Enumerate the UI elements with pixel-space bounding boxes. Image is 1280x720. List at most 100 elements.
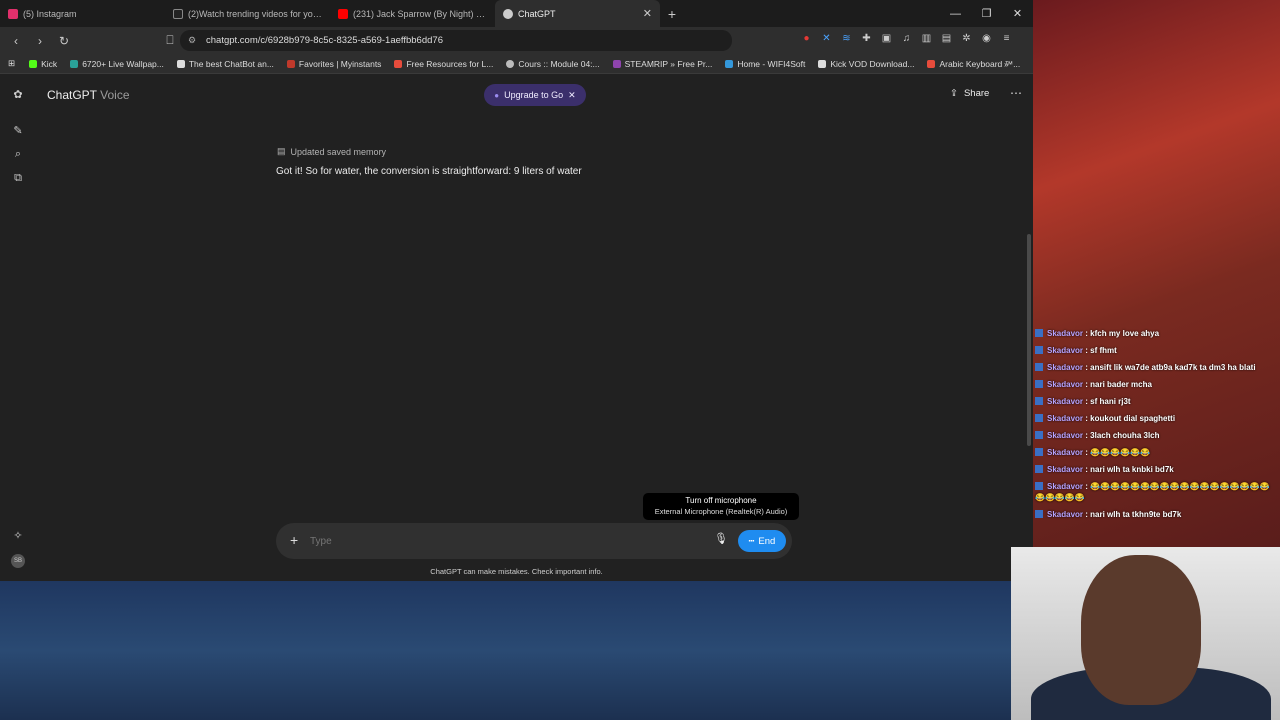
- bookmark-item[interactable]: The best ChatBot an...: [176, 58, 274, 69]
- more-options-icon[interactable]: ⋯: [1010, 86, 1022, 100]
- upgrade-label: Upgrade to Go: [504, 90, 564, 100]
- openai-logo-icon[interactable]: ✿: [11, 88, 25, 102]
- bookmark-label: Cours :: Module 04:...: [518, 58, 600, 69]
- chat-text: 😂😂😂😂😂😂: [1090, 448, 1150, 457]
- chat-user: Skadavor: [1047, 414, 1084, 423]
- chat-message: Skadavor : koukout dial spaghetti: [1035, 413, 1278, 424]
- tab-tiktok[interactable]: (2)Watch trending videos for you | Ti: [165, 0, 330, 27]
- composer: + 🎙 ┅ End: [276, 523, 792, 559]
- record-icon[interactable]: ●: [800, 32, 813, 45]
- chatbot-icon: [176, 59, 185, 68]
- screenshot-icon[interactable]: ▣: [880, 32, 893, 45]
- tab-chatgpt[interactable]: ChatGPT ✕: [495, 0, 660, 27]
- reload-icon[interactable]: ↻: [54, 34, 74, 48]
- chat-user: Skadavor: [1047, 448, 1084, 457]
- close-tab-icon[interactable]: ✕: [643, 7, 652, 20]
- bookmark-item[interactable]: Home - WIFI4Soft: [725, 59, 805, 69]
- chat-message: Skadavor : nari wlh ta tkhn9te bd7k: [1035, 509, 1278, 520]
- add-attachment-button[interactable]: +: [290, 532, 298, 548]
- sidebar-icon[interactable]: ▥: [920, 32, 933, 45]
- avatar[interactable]: SB: [11, 554, 25, 568]
- share-button[interactable]: ⇪ Share: [950, 88, 989, 99]
- upgrade-button[interactable]: ● Upgrade to Go ✕: [484, 84, 586, 106]
- apps-icon[interactable]: ⊞: [8, 58, 15, 69]
- close-window-button[interactable]: ✕: [1002, 7, 1033, 20]
- bookmark-item[interactable]: 6720+ Live Wallpap...: [70, 59, 164, 69]
- page-title[interactable]: ChatGPT Voice: [47, 88, 130, 102]
- tab-title: (231) Jack Sparrow (By Night) - YouT: [353, 8, 487, 19]
- bookmark-label: The best ChatBot an...: [188, 58, 274, 69]
- instagram-icon: [8, 8, 18, 19]
- app-mode: Voice: [100, 88, 130, 102]
- tab-youtube[interactable]: (231) Jack Sparrow (By Night) - YouT: [330, 0, 495, 27]
- bookmark-item[interactable]: Favorites | Myinstants: [286, 59, 381, 69]
- chat-message: Skadavor : 3lach chouha 3lch: [1035, 430, 1278, 441]
- extensions-icon[interactable]: ✚: [860, 32, 873, 45]
- course-icon: [506, 59, 515, 68]
- bookmark-item[interactable]: Kick: [29, 59, 57, 69]
- kick-icon: [29, 59, 38, 68]
- menu-icon[interactable]: ≡: [1000, 32, 1013, 45]
- tab-strip: (5) Instagram (2)Watch trending videos f…: [0, 0, 1033, 27]
- close-icon[interactable]: ✕: [568, 90, 576, 101]
- chat-text: koukout dial spaghetti: [1090, 414, 1176, 423]
- user-badge-icon: [1035, 448, 1043, 456]
- webcam-person-head: [1081, 555, 1201, 705]
- stream-chat-overlay: Skadavor : kfch my love ahya Skadavor : …: [1035, 328, 1278, 526]
- search-icon[interactable]: ⌕: [11, 148, 25, 162]
- chat-text: nari wlh ta knbki bd7k: [1090, 465, 1174, 474]
- bookmark-item[interactable]: STEAMRIP » Free Pr...: [612, 59, 712, 69]
- bookmark-item[interactable]: Kick VOD Download...: [818, 59, 914, 69]
- tiktok-icon: [173, 8, 183, 19]
- memory-note-text: Updated saved memory: [290, 146, 387, 157]
- chat-text: nari wlh ta tkhn9te bd7k: [1090, 510, 1182, 519]
- message-input[interactable]: [310, 532, 690, 550]
- vod-icon: [818, 59, 827, 68]
- keyboard-icon: [927, 59, 936, 68]
- more-bookmarks-icon[interactable]: »: [1004, 59, 1009, 69]
- chat-text: ansift lik wa7de atb9a kad7k ta dm3 ha b…: [1090, 363, 1256, 372]
- site-info-icon[interactable]: ⚙: [188, 35, 206, 46]
- user-badge-icon: [1035, 482, 1043, 490]
- minimize-button[interactable]: —: [940, 8, 971, 20]
- bookmark-label: Home - WIFI4Soft: [737, 58, 806, 69]
- wallet-icon[interactable]: ▤: [940, 32, 953, 45]
- bookmark-icon[interactable]: ⎕: [160, 33, 180, 48]
- end-label: End: [758, 535, 776, 547]
- user-badge-icon: [1035, 380, 1043, 388]
- memory-note[interactable]: ▤ Updated saved memory: [277, 146, 386, 157]
- new-tab-button[interactable]: +: [660, 6, 684, 22]
- bookmark-item[interactable]: Cours :: Module 04:...: [506, 58, 600, 69]
- translate-icon[interactable]: ✕: [820, 32, 833, 45]
- restore-button[interactable]: ❐: [971, 7, 1002, 20]
- microphone-icon[interactable]: 🎙: [714, 532, 728, 548]
- waveform-icon: ┅: [748, 535, 755, 547]
- tab-instagram[interactable]: (5) Instagram: [0, 0, 165, 27]
- app-name: ChatGPT: [47, 88, 97, 102]
- chat-user: Skadavor: [1047, 329, 1084, 338]
- chatgpt-icon: [503, 8, 513, 19]
- user-badge-icon: [1035, 346, 1043, 354]
- bookmark-label: Kick VOD Download...: [830, 58, 915, 69]
- chat-message: Skadavor : 😂😂😂😂😂😂😂😂😂😂😂😂😂😂😂😂😂😂😂😂😂😂😂: [1035, 482, 1270, 502]
- forward-icon[interactable]: ›: [30, 34, 50, 48]
- new-chat-icon[interactable]: ✎: [11, 124, 25, 138]
- sparkle-icon[interactable]: ✧: [11, 529, 25, 543]
- library-icon[interactable]: ⧉: [11, 172, 25, 186]
- address-bar[interactable]: ⚙ chatgpt.com/c/6928b979-8c5c-8325-a569-…: [180, 30, 732, 51]
- user-badge-icon: [1035, 465, 1043, 473]
- chat-user: Skadavor: [1047, 380, 1084, 389]
- back-icon[interactable]: ‹: [6, 34, 26, 48]
- chat-user: Skadavor: [1047, 346, 1084, 355]
- bookmark-item[interactable]: Free Resources for L...: [394, 59, 493, 69]
- extensions-area: ● ✕ ≋ ✚ ▣ ♫ ▥ ▤ ✲ ◉ ≡: [800, 32, 1013, 45]
- webcam-overlay: [1011, 547, 1280, 720]
- settings-icon[interactable]: ✲: [960, 32, 973, 45]
- vpn-icon[interactable]: ◉: [980, 32, 993, 45]
- end-voice-button[interactable]: ┅ End: [738, 530, 786, 552]
- myinstants-icon: [286, 59, 295, 68]
- audio-icon[interactable]: ≋: [840, 32, 853, 45]
- chat-text: sf hani rj3t: [1090, 397, 1131, 406]
- media-icon[interactable]: ♫: [900, 32, 913, 45]
- scrollbar[interactable]: [1027, 234, 1031, 446]
